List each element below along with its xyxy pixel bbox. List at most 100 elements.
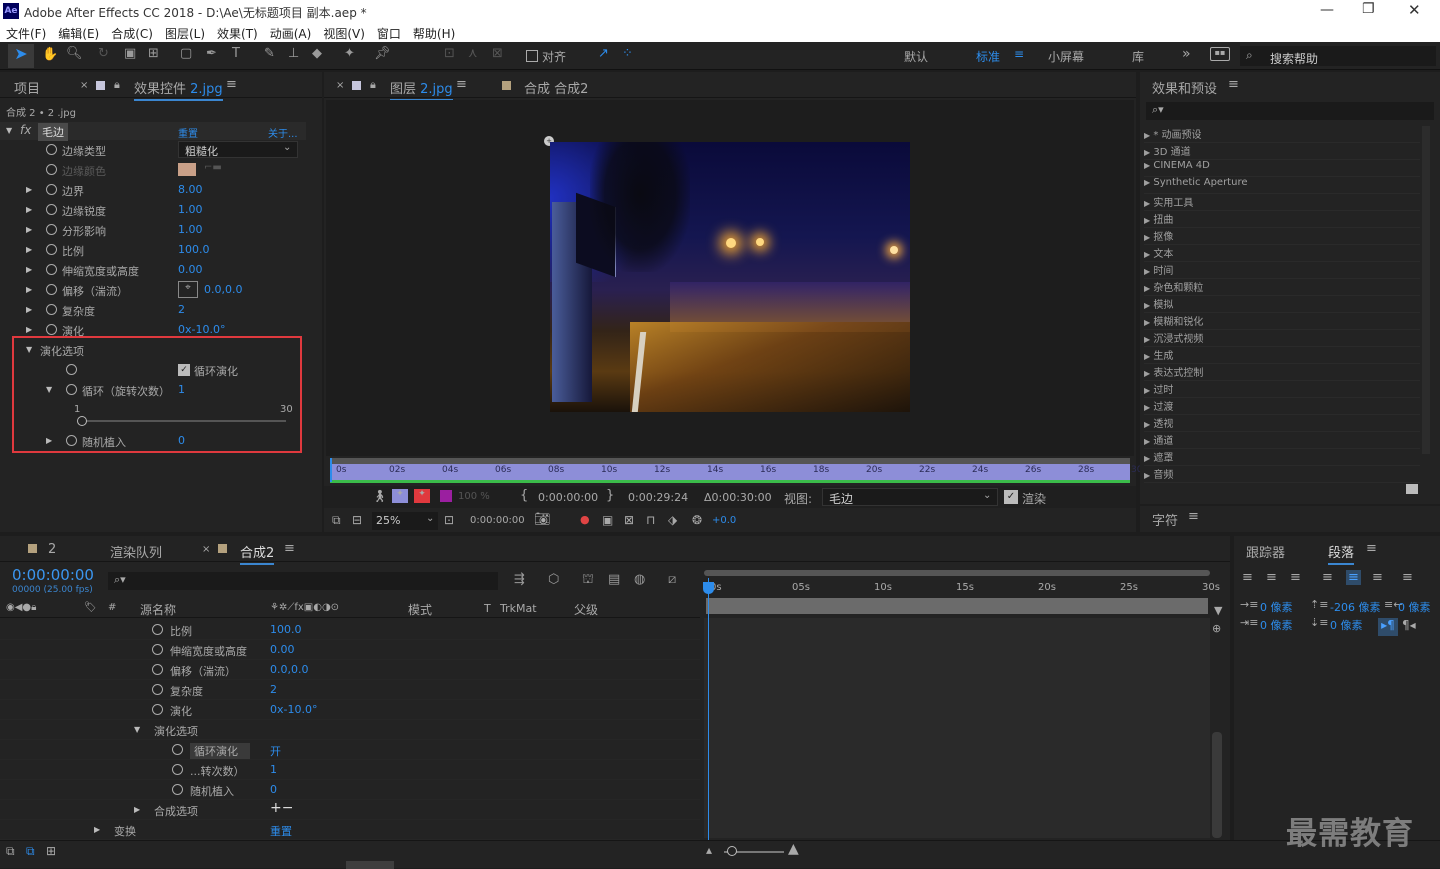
panel-menu-icon[interactable]: ≡	[1228, 77, 1239, 92]
expand-icon[interactable]: ▼	[6, 126, 12, 135]
expand-icon[interactable]: ▶	[26, 305, 32, 314]
out-point-icon[interactable]: ✦	[414, 489, 430, 503]
region-icon[interactable]: ▣	[602, 513, 613, 527]
ltr-direction-icon[interactable]: ▸¶	[1378, 618, 1398, 636]
workspace-small-screen[interactable]: 小屏幕	[1048, 48, 1084, 65]
timeline-track-area[interactable]	[704, 618, 1210, 838]
axis-local-icon[interactable]: ⊡	[444, 46, 455, 61]
source-name-header[interactable]: 源名称	[140, 601, 176, 618]
snapshot-icon[interactable]: 📷︎	[534, 512, 551, 527]
first-line-value[interactable]: 0 像素	[1260, 617, 1293, 633]
property-value[interactable]: 1.00	[178, 223, 203, 236]
time-in[interactable]: 0:00:00:00	[538, 491, 598, 504]
stopwatch-icon[interactable]	[46, 324, 57, 335]
timeline-property-row[interactable]: 比例 100.0	[0, 620, 700, 640]
clone-stamp-icon[interactable]: ⊥	[288, 46, 299, 61]
stopwatch-icon[interactable]	[46, 204, 57, 215]
timeline-scrollbar[interactable]	[1212, 732, 1222, 838]
panel-menu-icon[interactable]: ≡	[1188, 509, 1199, 524]
effect-property-row[interactable]: ▶ 比例 100.0	[0, 240, 306, 260]
menu-item-0[interactable]: 文件(F)	[0, 22, 52, 42]
effects-category-item[interactable]: ▶ 生成	[1144, 347, 1420, 364]
more-workspaces-icon[interactable]: »	[1182, 46, 1191, 62]
effects-category-item[interactable]: ▶ 过时	[1144, 381, 1420, 398]
brush-tool-icon[interactable]: ✎	[264, 46, 275, 61]
effect-property-row[interactable]: 边缘颜色 ⌐▬	[0, 160, 306, 180]
resolution-icon[interactable]: ⊡	[444, 513, 454, 527]
space-before-value[interactable]: -206 像素	[1330, 599, 1380, 615]
effect-property-row[interactable]: ▶ 偏移（湍流） ⌖ 0.0,0.0	[0, 280, 306, 300]
text-tool-icon[interactable]: T	[232, 46, 240, 61]
menu-item-2[interactable]: 合成(C)	[105, 22, 159, 42]
effect-property-row[interactable]: ▶ 伸缩宽度或高度 0.00	[0, 260, 306, 280]
effect-property-row[interactable]: 边缘类型 粗糙化 ⌄	[0, 140, 306, 160]
camera-tool-icon[interactable]: ▣	[124, 46, 136, 61]
timeline-property-value[interactable]: 0.00	[270, 643, 295, 656]
edge-type-dropdown[interactable]: 粗糙化 ⌄	[178, 141, 298, 158]
current-time-indicator[interactable]	[708, 578, 709, 840]
timeline-property-value[interactable]: 0x-10.0°	[270, 703, 317, 716]
align-left-icon[interactable]: ≡	[1242, 570, 1253, 585]
property-value[interactable]: 0x-10.0°	[178, 323, 225, 336]
tab-composition[interactable]: 合成 合成2	[524, 78, 588, 97]
property-value[interactable]: 0.00	[178, 263, 203, 276]
expand-icon[interactable]: ▶	[134, 805, 140, 814]
edge-color-swatch[interactable]	[178, 163, 196, 176]
zoom-tool-icon[interactable]: 🔍︎	[66, 46, 83, 61]
exposure-icon[interactable]: ❂	[692, 513, 702, 527]
fx-icon[interactable]: fx	[20, 123, 31, 137]
expand-icon[interactable]: ▶	[26, 265, 32, 274]
timeline-property-row[interactable]: ...转次数） 1	[0, 760, 700, 780]
tab-project[interactable]: 项目	[14, 78, 40, 97]
timeline-property-value[interactable]: 100.0	[270, 623, 302, 636]
stopwatch-icon[interactable]	[172, 784, 183, 795]
label-swatch[interactable]	[440, 490, 452, 502]
property-value[interactable]: 1.00	[178, 203, 203, 216]
stopwatch-icon[interactable]	[152, 644, 163, 655]
list-scrollbar[interactable]	[1422, 126, 1430, 454]
timeline-property-row[interactable]: 演化 0x-10.0°	[0, 700, 700, 720]
zoom-in-icon[interactable]: ▲	[788, 841, 799, 857]
menu-item-3[interactable]: 图层(L)	[159, 22, 211, 42]
timeline-ruler[interactable]: 0s 05s 10s 15s 20s 25s 30s	[704, 570, 1220, 614]
menu-item-7[interactable]: 窗口	[371, 22, 407, 42]
menu-item-4[interactable]: 效果(T)	[211, 22, 264, 42]
justify-right-icon[interactable]: ≡	[1372, 570, 1383, 585]
stopwatch-icon[interactable]	[46, 284, 57, 295]
timeline-property-value[interactable]: 2	[270, 683, 277, 696]
stopwatch-icon[interactable]	[46, 224, 57, 235]
stopwatch-icon[interactable]	[152, 664, 163, 675]
reset-link[interactable]: 重置	[178, 125, 198, 140]
camera-view-icon[interactable]: ⬗	[668, 513, 677, 527]
sync-settings-icon[interactable]: ▪▪	[1210, 47, 1230, 61]
effects-category-item[interactable]: ▶ 遮罩	[1144, 449, 1420, 466]
timeline-property-value[interactable]: 开	[270, 743, 281, 759]
draft-3d-icon[interactable]: ⬡	[548, 572, 559, 587]
effects-category-item[interactable]: ▶ CINEMA 4D	[1144, 160, 1420, 177]
opacity-value[interactable]: 100 %	[458, 491, 490, 502]
expand-icon[interactable]: ▶	[26, 225, 32, 234]
panel-menu-icon[interactable]: ≡	[226, 77, 237, 92]
tab-effect-controls[interactable]: 效果控件 2.jpg	[134, 78, 223, 101]
timeline-property-row[interactable]: 循环演化 开	[0, 740, 700, 760]
comp-flowchart-icon[interactable]: ⇶	[514, 572, 525, 587]
selection-tool-icon[interactable]: ➤	[8, 44, 34, 68]
expand-icon[interactable]: ▶	[26, 185, 32, 194]
workspace-menu-icon[interactable]: ≡	[1014, 47, 1024, 61]
timeline-property-value[interactable]: 1	[270, 763, 277, 776]
view-dropdown[interactable]: 毛边 ⌄	[822, 488, 998, 506]
effects-category-item[interactable]: ▶ 音频	[1144, 466, 1420, 483]
stopwatch-icon[interactable]	[152, 704, 163, 715]
timeline-property-value[interactable]: 0	[270, 783, 277, 796]
toggle-render-time-icon[interactable]: ⊞	[46, 844, 56, 858]
tab-render-queue[interactable]: 渲染队列	[110, 542, 162, 561]
snap-grid-icon[interactable]: ⁘	[622, 46, 633, 61]
puppet-pin-icon[interactable]: 📌︎	[374, 46, 391, 61]
render-checkbox[interactable]: ✓	[1004, 490, 1018, 504]
expand-icon[interactable]: ▶	[26, 245, 32, 254]
graph-editor-icon[interactable]: ⧄	[668, 572, 676, 587]
new-folder-icon[interactable]	[1406, 484, 1418, 494]
effects-category-item[interactable]: ▶ 实用工具	[1144, 194, 1420, 211]
timeline-property-row[interactable]: 偏移（湍流） 0.0,0.0	[0, 660, 700, 680]
effects-category-item[interactable]: ▶ 扭曲	[1144, 211, 1420, 228]
